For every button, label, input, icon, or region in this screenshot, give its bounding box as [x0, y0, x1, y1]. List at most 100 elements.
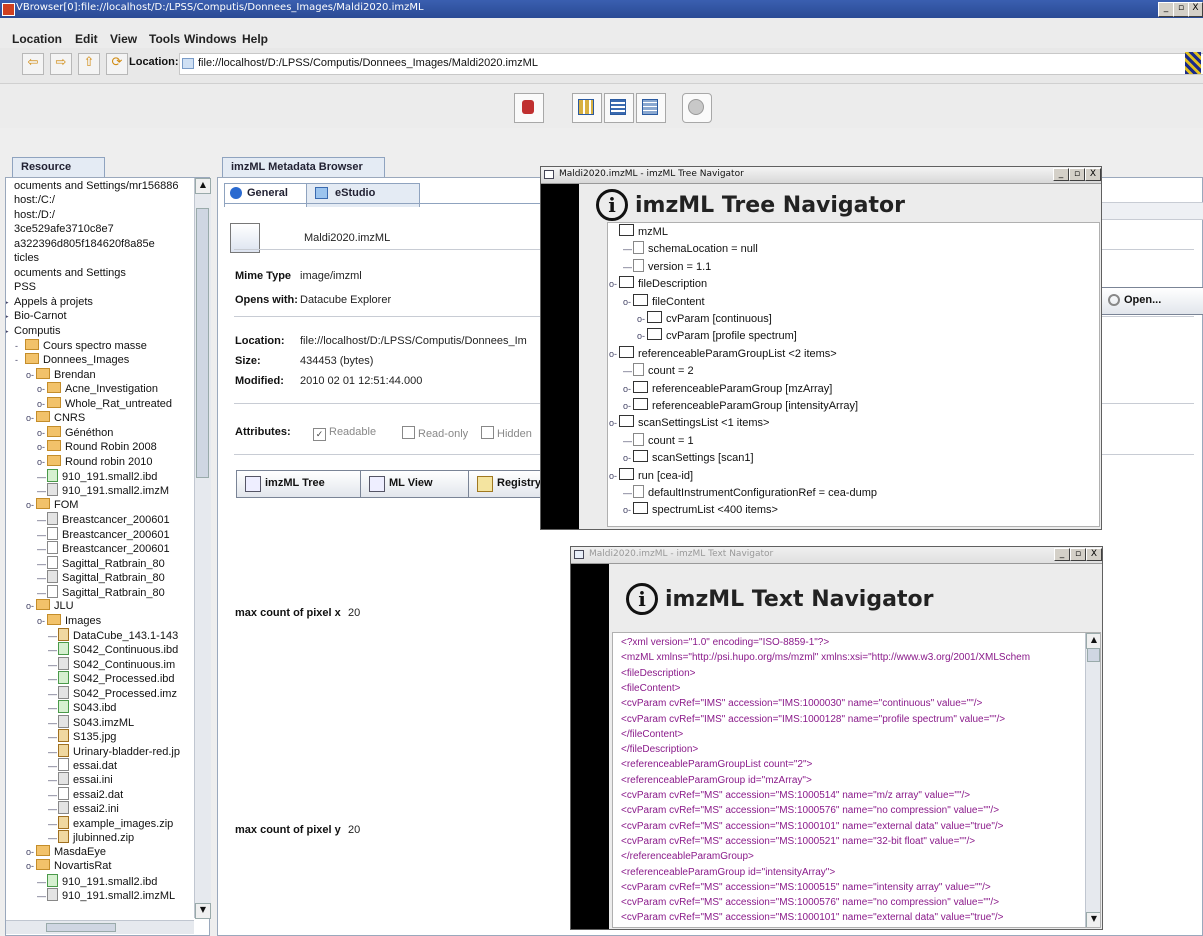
- imzml-tree-node[interactable]: o-fileDescription: [609, 276, 707, 290]
- tree-row[interactable]: — essai.dat: [48, 758, 117, 772]
- text-navigator-titlebar[interactable]: Maldi2020.imzML - imzML Text Navigator _…: [571, 547, 1102, 564]
- tree-row[interactable]: o- NovartisRat: [26, 859, 111, 872]
- open-button[interactable]: Open...: [1101, 287, 1203, 315]
- menu-view[interactable]: View: [110, 32, 137, 46]
- tree-row[interactable]: o- Round robin 2010: [37, 454, 152, 468]
- tree-maximize-button[interactable]: ▫: [1069, 168, 1085, 181]
- tree-row[interactable]: — 910_191.small2.ibd: [37, 469, 157, 483]
- expand-toggle-icon[interactable]: o-: [637, 314, 647, 324]
- tree-row[interactable]: — S043.imzML: [48, 714, 134, 729]
- stop-button[interactable]: [682, 93, 712, 123]
- tree-row[interactable]: o- JLU: [26, 599, 74, 612]
- tree-row[interactable]: — DataCube_143.1-143: [48, 627, 178, 642]
- expand-toggle-icon[interactable]: -: [15, 341, 25, 351]
- tree-row[interactable]: — 910_191.small2.imzML: [37, 888, 175, 902]
- tree-row[interactable]: — essai.ini: [48, 772, 113, 786]
- imzml-tree-node[interactable]: — count = 2: [623, 363, 694, 377]
- tree-row[interactable]: — 910_191.small2.imzM: [37, 483, 169, 497]
- tree-row[interactable]: — Sagittal_Ratbrain_80: [37, 584, 165, 599]
- resource-tree-scrollbar[interactable]: ▲ ▼: [194, 178, 211, 919]
- expand-toggle-icon[interactable]: o-: [623, 384, 633, 394]
- imzml-tree-node[interactable]: o-referenceableParamGroup [mzArray]: [623, 380, 832, 395]
- readonly-checkbox[interactable]: Read-only: [402, 426, 468, 440]
- imzml-tree-node[interactable]: o-cvParam [continuous]: [637, 311, 772, 325]
- xml-text-view[interactable]: <?xml version="1.0" encoding="ISO-8859-1…: [612, 632, 1101, 928]
- tree-row[interactable]: — S042_Continuous.ibd: [48, 642, 178, 656]
- imzml-tree-node[interactable]: o-fileContent: [623, 293, 705, 308]
- imzml-tree-node[interactable]: mzML: [609, 224, 668, 238]
- xml-scrollbar[interactable]: ▲ ▼: [1085, 633, 1100, 927]
- tree-row[interactable]: — Breastcancer_200601: [37, 526, 170, 541]
- refresh-button[interactable]: ⟳: [106, 53, 128, 75]
- resource-tree-hscrollbar[interactable]: [6, 920, 194, 934]
- expand-toggle-icon[interactable]: o-: [26, 847, 36, 857]
- tree-row[interactable]: — Breastcancer_200601: [37, 541, 170, 555]
- text-maximize-button[interactable]: ▫: [1070, 548, 1086, 561]
- expand-toggle-icon[interactable]: o-: [37, 616, 47, 626]
- readable-checkbox[interactable]: ✓ Readable: [313, 426, 376, 441]
- filename-field[interactable]: [1086, 202, 1203, 220]
- expand-toggle-icon[interactable]: o-: [26, 861, 36, 871]
- tree-row[interactable]: — S042_Processed.ibd: [48, 671, 175, 685]
- imzml-tree-node[interactable]: o-spectrumList <400 items>: [623, 502, 778, 516]
- tree-row[interactable]: — S043.ibd: [48, 700, 116, 714]
- menu-tools[interactable]: Tools: [149, 32, 180, 46]
- tree-row[interactable]: ocuments and Settings/mr156886: [6, 180, 179, 192]
- location-input[interactable]: file://localhost/D:/LPSS/Computis/Donnee…: [179, 53, 1203, 75]
- imzml-tree-node[interactable]: o-scanSettings [scan1]: [623, 450, 754, 464]
- tree-row[interactable]: 3ce529afe3710c8e7: [6, 223, 114, 235]
- expand-toggle-icon[interactable]: o-: [637, 331, 647, 341]
- tree-row[interactable]: o- Brendan: [26, 367, 96, 381]
- expand-toggle-icon[interactable]: o-: [609, 279, 619, 289]
- tree-row[interactable]: o- Généthon: [37, 425, 113, 439]
- menu-windows[interactable]: Windows: [184, 32, 237, 46]
- tree-row[interactable]: o- FOM: [26, 497, 78, 511]
- tree-row[interactable]: — 910_191.small2.ibd: [37, 873, 157, 888]
- tree-row[interactable]: o- Round Robin 2008: [37, 440, 157, 453]
- icons-view-button[interactable]: [572, 93, 602, 123]
- back-button[interactable]: ⇦: [22, 53, 44, 75]
- tree-minimize-button[interactable]: _: [1053, 168, 1069, 181]
- imzml-tree-node[interactable]: o-referenceableParamGroup [intensityArra…: [623, 398, 858, 412]
- menu-edit[interactable]: Edit: [75, 32, 98, 46]
- expand-toggle-icon[interactable]: o-: [37, 428, 47, 438]
- scroll-up-button[interactable]: ▲: [1086, 633, 1100, 649]
- tree-row[interactable]: — example_images.zip: [48, 815, 173, 830]
- up-button[interactable]: ⇧: [78, 53, 100, 75]
- tree-close-button[interactable]: X: [1085, 168, 1101, 181]
- scroll-thumb[interactable]: [1087, 648, 1100, 662]
- tree-row[interactable]: a322396d805f184620f8a85e: [6, 238, 155, 250]
- hidden-checkbox[interactable]: Hidden: [481, 426, 532, 440]
- tree-row[interactable]: o- MasdaEye: [26, 844, 106, 858]
- tree-row[interactable]: ▸ Appels à projets: [6, 296, 93, 308]
- scroll-thumb[interactable]: [196, 208, 209, 478]
- tree-row[interactable]: ▸ Bio-Carnot: [6, 310, 67, 322]
- tree-row[interactable]: — S135.jpg: [48, 729, 116, 743]
- expand-toggle-icon[interactable]: o-: [37, 457, 47, 467]
- tree-row[interactable]: — Sagittal_Ratbrain_80: [37, 555, 165, 570]
- minimize-button[interactable]: _: [1158, 2, 1174, 17]
- tree-row[interactable]: — S042_Continuous.im: [48, 656, 175, 671]
- tree-row[interactable]: - Donnees_Images: [15, 353, 129, 366]
- expand-toggle-icon[interactable]: -: [15, 355, 25, 365]
- expand-toggle-icon[interactable]: o-: [609, 349, 619, 359]
- text-close-button[interactable]: X: [1086, 548, 1102, 561]
- tree-row[interactable]: o- Images: [37, 613, 101, 627]
- maximize-button[interactable]: ▫: [1173, 2, 1189, 17]
- imzml-tree-node[interactable]: — schemaLocation = null: [623, 241, 758, 255]
- imzml-tree-node[interactable]: — count = 1: [623, 432, 694, 447]
- tree-row[interactable]: — essai2.ini: [48, 801, 119, 815]
- tree-row[interactable]: PSS: [6, 281, 36, 293]
- expand-toggle-icon[interactable]: o-: [26, 370, 36, 380]
- expand-toggle-icon[interactable]: o-: [26, 601, 36, 611]
- imzml-tree-node[interactable]: o-scanSettingsList <1 items>: [609, 415, 769, 429]
- tree-row[interactable]: host:/D:/: [6, 209, 55, 221]
- tree-row[interactable]: — Sagittal_Ratbrain_80: [37, 570, 165, 584]
- tree-row[interactable]: o- Acne_Investigation: [37, 382, 158, 395]
- tree-row[interactable]: — S042_Processed.imz: [48, 685, 177, 700]
- menu-location[interactable]: Location: [12, 32, 62, 46]
- expand-toggle-icon[interactable]: o-: [623, 505, 633, 515]
- tree-row[interactable]: — Urinary-bladder-red.jp: [48, 743, 180, 758]
- expand-toggle-icon[interactable]: o-: [623, 453, 633, 463]
- list-view-button[interactable]: [604, 93, 634, 123]
